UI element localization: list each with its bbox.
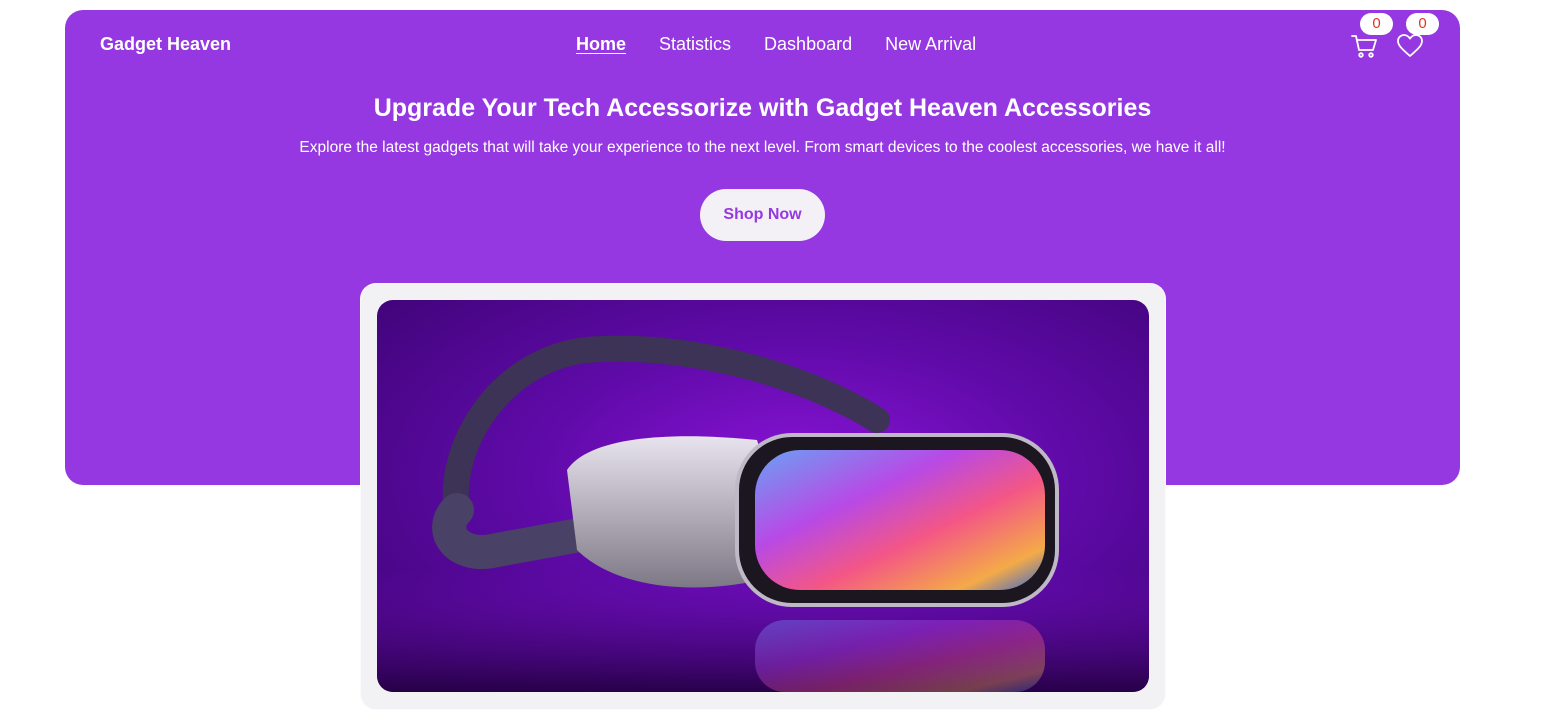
cart-icon	[1351, 35, 1377, 58]
cart-button[interactable]	[1350, 32, 1380, 60]
vr-headset-image	[377, 300, 1149, 692]
hero-title: Upgrade Your Tech Accessorize with Gadge…	[373, 94, 1152, 122]
page: Gadget Heaven Home Statistics Dashboard …	[0, 0, 1546, 716]
shop-now-button[interactable]: Shop Now	[700, 189, 825, 241]
main-nav: Home Statistics Dashboard New Arrival	[576, 34, 976, 55]
brand-logo[interactable]: Gadget Heaven	[100, 34, 231, 55]
nav-home[interactable]: Home	[576, 34, 626, 55]
wishlist-count-badge: 0	[1406, 13, 1439, 35]
nav-statistics[interactable]: Statistics	[659, 34, 731, 55]
wishlist-button[interactable]	[1396, 32, 1426, 60]
cart-count-badge: 0	[1360, 13, 1393, 35]
nav-dashboard[interactable]: Dashboard	[764, 34, 852, 55]
hero-subtitle: Explore the latest gadgets that will tak…	[299, 139, 1226, 156]
nav-new-arrival[interactable]: New Arrival	[885, 34, 976, 55]
heart-icon	[1397, 34, 1423, 57]
